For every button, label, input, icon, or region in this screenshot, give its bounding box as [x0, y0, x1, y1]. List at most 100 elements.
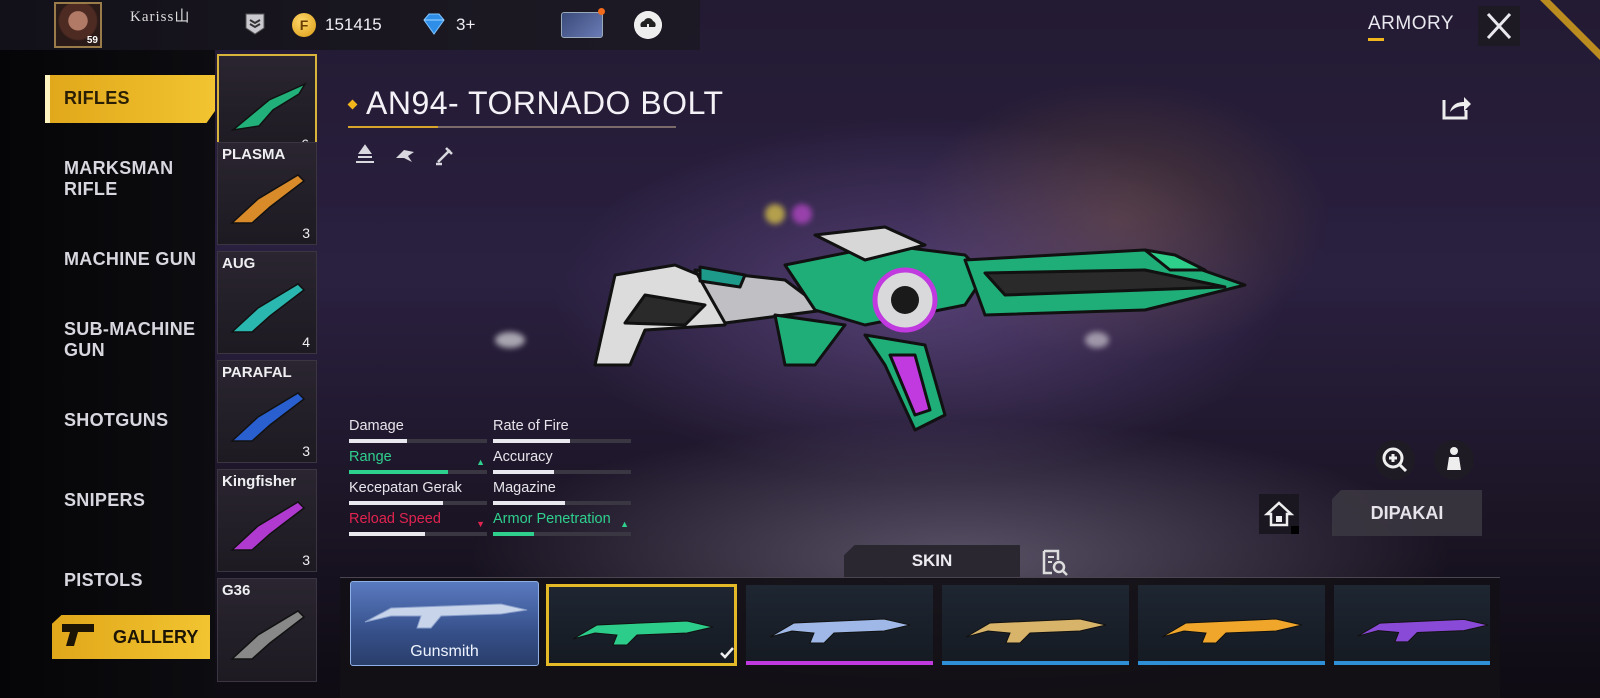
stat-fill — [493, 532, 535, 536]
skin-card[interactable] — [746, 585, 933, 665]
diamond-count[interactable]: 3+ — [456, 15, 475, 35]
category-menu — [0, 50, 215, 698]
stat-decrease-icon: ▼ — [476, 519, 485, 529]
weapon-thumbnail — [230, 174, 306, 224]
sprint-attribute-icon[interactable] — [392, 142, 418, 168]
weapon-shape — [230, 82, 307, 132]
skin-thumbnail — [572, 620, 714, 646]
share-icon[interactable] — [1440, 92, 1472, 122]
weapon-thumbnail — [230, 501, 306, 551]
skin-card[interactable] — [1334, 585, 1490, 665]
skin-thumbnail — [769, 618, 911, 644]
weapon-preview[interactable] — [585, 215, 1265, 445]
skin-shape — [572, 620, 714, 646]
category-sub-machine-gun[interactable]: SUB-MACHINE GUN — [64, 319, 195, 361]
stat-label: Range — [349, 449, 392, 465]
stat-label: Reload Speed — [349, 511, 441, 527]
weapon-skin-count: 4 — [302, 334, 310, 350]
weapon-name: PLASMA — [222, 146, 286, 163]
weapon-skin-count: 3 — [302, 225, 310, 241]
weapon-shape — [230, 392, 306, 442]
weapon-card-parafal[interactable]: PARAFAL 3 — [217, 360, 317, 463]
tab-skin-label: SKIN — [911, 551, 953, 570]
skin-card[interactable] — [1138, 585, 1325, 665]
gunsmith-label: Gunsmith — [410, 643, 479, 660]
bokeh-light — [495, 332, 525, 348]
stat-fill — [349, 470, 449, 474]
skin-thumbnail — [1357, 618, 1489, 643]
rank-badge-icon[interactable] — [243, 12, 267, 36]
cloud-store-icon[interactable] — [634, 11, 662, 39]
weapon-thumbnail — [230, 283, 306, 333]
stat-fill — [493, 470, 554, 474]
stat-damage: Damage — [349, 418, 487, 443]
weapon-name: AUG — [222, 255, 256, 272]
stat-fill — [349, 439, 407, 443]
zoom-in-icon[interactable] — [1375, 440, 1415, 480]
category-pistols[interactable]: PISTOLS — [64, 570, 143, 591]
membership-card-icon[interactable] — [561, 8, 605, 38]
stat-fill — [493, 501, 565, 505]
stat-reload-speed: Reload Speed ▼ — [349, 511, 487, 536]
diamond-icon — [423, 13, 445, 35]
category-machine-gun[interactable]: MACHINE GUN — [64, 249, 196, 270]
title-underline — [348, 126, 676, 128]
stat-armor-penetration: Armor Penetration ▲ — [493, 511, 631, 536]
stat-bar — [493, 501, 631, 505]
player-name: Kariss山 — [130, 9, 191, 25]
weapon-shape — [230, 610, 306, 660]
stat-label: Damage — [349, 418, 404, 434]
skin-card[interactable] — [942, 585, 1129, 665]
skin-rarity-bar — [746, 661, 933, 665]
weapon-card-g36[interactable]: G36 — [217, 578, 317, 682]
category-rifles[interactable]: RIFLES — [64, 88, 130, 109]
weapon-shape — [230, 174, 306, 224]
category-marksman-rifle[interactable]: MARKSMAN RIFLE — [64, 158, 173, 200]
stat-bar — [349, 470, 487, 474]
character-pose-icon[interactable] — [1434, 440, 1474, 480]
check-icon — [720, 647, 734, 659]
weapon-card-aug[interactable]: AUG 4 — [217, 251, 317, 354]
title-accent — [1368, 38, 1384, 41]
category-shotguns[interactable]: SHOTGUNS — [64, 410, 168, 431]
stat-label: Rate of Fire — [493, 418, 569, 434]
skin-thumbnail — [1161, 618, 1303, 644]
skin-search-icon[interactable] — [1040, 548, 1068, 576]
close-button[interactable] — [1478, 6, 1520, 46]
rate-up-attribute-icon[interactable] — [352, 142, 378, 168]
home-display-icon[interactable] — [1259, 494, 1299, 534]
weapon-thumbnail — [230, 82, 307, 132]
weapon-name: Kingfisher — [222, 473, 297, 490]
skin-shape — [1357, 618, 1489, 643]
screen-title: ARMORY — [1368, 13, 1455, 34]
player-avatar[interactable]: 59 — [54, 2, 102, 48]
stat-label: Magazine — [493, 480, 556, 496]
player-level: 59 — [86, 35, 98, 46]
weapon-shape — [230, 501, 306, 551]
corner-stripe-decoration — [1540, 0, 1600, 60]
weapon-thumbnail — [230, 392, 306, 442]
pistol-icon — [62, 624, 94, 646]
aim-attribute-icon[interactable] — [432, 142, 458, 168]
stat-bar — [493, 470, 631, 474]
skin-thumbnail — [965, 618, 1107, 644]
gunsmith-rifle-icon — [364, 603, 528, 629]
skin-rarity-bar — [1334, 661, 1490, 665]
stat-range: Range ▲ — [349, 449, 487, 474]
stat-rate-of-fire: Rate of Fire — [493, 418, 631, 443]
weapon-skin-count: 3 — [302, 552, 310, 568]
weapon-card-plasma[interactable]: PLASMA 3 — [217, 142, 317, 245]
stat-movement-speed: Kecepatan Gerak — [349, 480, 487, 505]
stat-bar — [349, 501, 487, 505]
weapon-thumbnail — [230, 610, 306, 660]
skin-card-selected[interactable] — [546, 584, 737, 666]
gold-coin-icon: F — [292, 13, 316, 37]
stat-label: Kecepatan Gerak — [349, 480, 462, 496]
stat-label: Accuracy — [493, 449, 553, 465]
category-snipers[interactable]: SNIPERS — [64, 490, 145, 511]
stat-increase-icon: ▲ — [476, 457, 485, 467]
weapon-title: AN94- TORNADO BOLT — [366, 85, 724, 121]
weapon-card-kingfisher[interactable]: Kingfisher 3 — [217, 469, 317, 572]
coin-count: 151415 — [325, 15, 382, 34]
weapon-shape — [230, 283, 306, 333]
